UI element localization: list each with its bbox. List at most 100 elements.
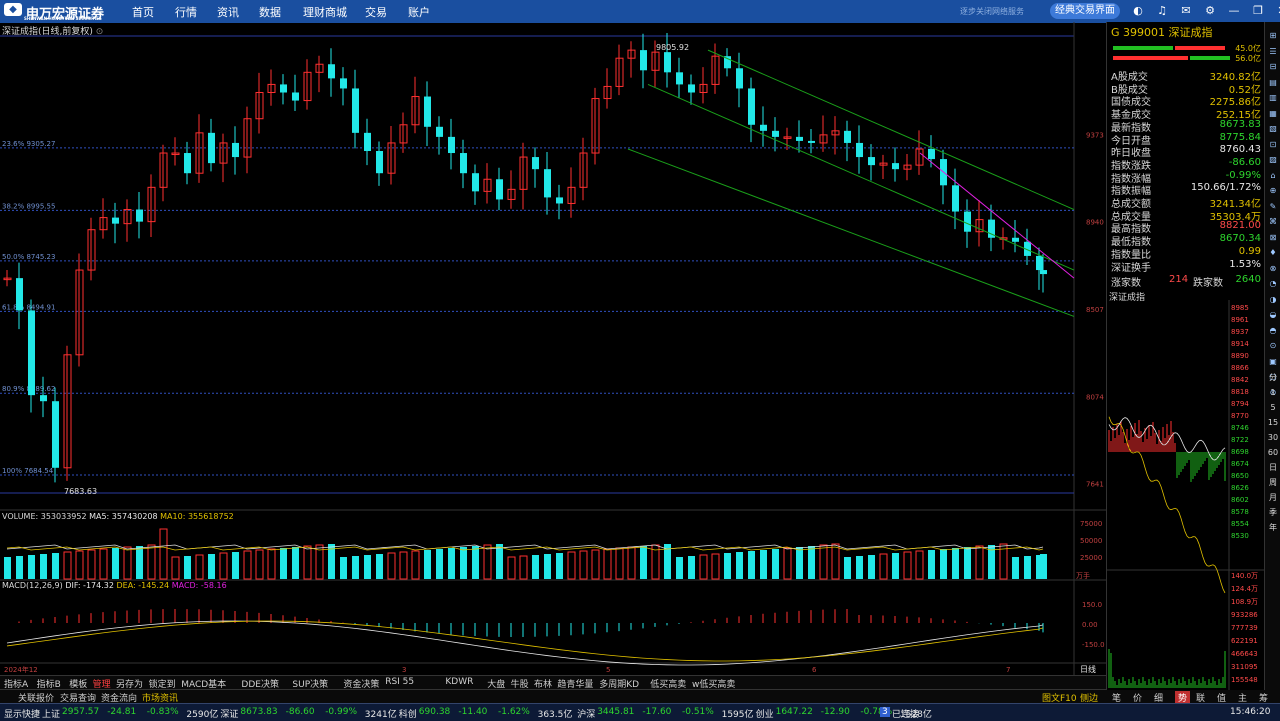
side-tool-icon[interactable]: ⊕ <box>1267 185 1279 197</box>
intraday-tick-14: 8650 <box>1231 472 1249 480</box>
candle-body <box>184 153 191 174</box>
side-tool-icon[interactable]: ♦ <box>1267 247 1279 259</box>
volume-bar <box>844 557 851 579</box>
volume-bar <box>892 553 899 579</box>
side-tool-icon[interactable]: ▨ <box>1267 154 1279 166</box>
restore-icon[interactable]: ❐ <box>1251 4 1265 18</box>
macd-tick-2: -150.0 <box>1082 641 1105 649</box>
fib-label-0: 23.6% 9305.27 <box>2 140 55 148</box>
period-button[interactable]: 15 <box>1267 417 1279 429</box>
volume-bar <box>399 551 408 580</box>
ticker-name[interactable]: 创业 <box>756 707 774 720</box>
skin-icon[interactable]: ◐ <box>1131 4 1145 18</box>
quote-row: 国债成交 2275.86亿 <box>1111 93 1261 108</box>
period-button[interactable]: 年 <box>1267 522 1279 534</box>
volume-bar <box>123 546 132 580</box>
volume-bar <box>544 554 551 579</box>
connection-status: 已连接 <box>892 710 920 720</box>
ticker-value: -17.60 <box>642 707 672 717</box>
minimize-icon[interactable]: — <box>1227 4 1241 18</box>
side-tool-icon[interactable]: ⊞ <box>1267 30 1279 42</box>
headset-icon[interactable]: ♫ <box>1155 4 1169 18</box>
period-button[interactable]: 分 <box>1267 372 1279 384</box>
side-tool-icon[interactable]: ⊡ <box>1267 139 1279 151</box>
volume-bar <box>556 553 563 579</box>
classic-trade-button[interactable]: 经典交易界面 <box>1050 3 1120 19</box>
menu-5[interactable]: 交易 <box>365 4 387 20</box>
period-button[interactable]: 30 <box>1267 432 1279 444</box>
intraday-vol-tick-7: 311095 <box>1231 663 1258 671</box>
volume-bar <box>195 554 204 580</box>
side-tool-icon[interactable]: ◑ <box>1267 294 1279 306</box>
ticker-value: 3445.81 <box>597 707 635 717</box>
side-tool-icon[interactable]: ▥ <box>1267 92 1279 104</box>
side-tool-icon[interactable]: ☰ <box>1267 46 1279 58</box>
side-tool-icon[interactable]: ◒ <box>1267 309 1279 321</box>
menu-0[interactable]: 首页 <box>132 4 154 20</box>
side-tool-icon[interactable]: ⌂ <box>1267 170 1279 182</box>
period-button[interactable]: 月 <box>1267 492 1279 504</box>
candle-body <box>280 84 287 93</box>
quote-row: 指数振幅 150.66/1.72% <box>1111 182 1261 197</box>
menu-2[interactable]: 资讯 <box>217 4 239 20</box>
volume-bar <box>615 547 624 580</box>
side-tool-icon[interactable]: ▧ <box>1267 123 1279 135</box>
candle-body <box>736 68 743 89</box>
side-tool-icon[interactable]: ▤ <box>1267 77 1279 89</box>
indicator-tab[interactable]: RSI 55 <box>385 677 414 687</box>
period-button[interactable]: 日 <box>1267 462 1279 474</box>
volume-bar <box>783 547 792 580</box>
side-tool-icon[interactable]: ⊟ <box>1267 61 1279 73</box>
intraday-tick-8: 8794 <box>1231 400 1249 408</box>
ticker-name[interactable]: 上证 <box>42 707 60 720</box>
side-tool-icon[interactable]: ✎ <box>1267 201 1279 213</box>
candle-body <box>136 209 143 222</box>
volume-bar <box>292 547 299 579</box>
volume-bar <box>448 548 455 579</box>
kline-chart[interactable]: 23.6% 9305.27 38.2% 8995.55 50.0% 8745.23 6… <box>0 22 1106 675</box>
side-tool-icon[interactable]: ▣ <box>1267 356 1279 368</box>
volume-bar <box>472 546 479 579</box>
menu-3[interactable]: 数据 <box>259 4 281 20</box>
candle-body <box>496 179 503 200</box>
period-button[interactable]: 季 <box>1267 507 1279 519</box>
volume-bar <box>496 544 503 579</box>
side-tool-icon[interactable]: ⊠ <box>1267 232 1279 244</box>
period-button[interactable]: 1 <box>1267 387 1279 399</box>
mail-icon[interactable]: ✉ <box>1179 4 1193 18</box>
side-tool-icon[interactable]: ⊗ <box>1267 263 1279 275</box>
candle-body <box>952 185 959 212</box>
vol-unit: 万手 <box>1076 571 1090 580</box>
side-tool-icon[interactable]: ◔ <box>1267 278 1279 290</box>
date-label-4: 7 <box>1006 666 1010 674</box>
ticker-name[interactable]: 沪深 <box>577 707 595 720</box>
indicator-tab[interactable]: KDWR <box>445 677 473 687</box>
volume-bar <box>387 552 396 580</box>
volume-bar <box>340 557 347 579</box>
menu-1[interactable]: 行情 <box>175 4 197 20</box>
close-icon[interactable]: ✕ <box>1275 4 1280 18</box>
quote-value: 1.53% <box>1229 258 1261 270</box>
settings-icon[interactable]: ⚙ <box>1203 4 1217 18</box>
menu-6[interactable]: 账户 <box>408 4 430 20</box>
period-button[interactable]: 周 <box>1267 477 1279 489</box>
clock: 15:46:20 <box>1230 707 1271 717</box>
menu-4[interactable]: 理财商城 <box>303 4 347 20</box>
side-tool-icon[interactable]: ⌘ <box>1267 216 1279 228</box>
period-button[interactable]: 5 <box>1267 402 1279 414</box>
intraday-chart[interactable]: 8985 8961 8937 8914 8890 8866 8842 8818 8794 8770… <box>1107 300 1265 690</box>
volume-bar <box>184 556 191 579</box>
candle-body <box>892 163 899 170</box>
ticker-name[interactable]: 显示快捷 <box>4 707 40 720</box>
volume-bar <box>964 547 971 579</box>
quote-value: 150.66/1.72% <box>1190 182 1261 194</box>
side-tool-icon[interactable]: ▦ <box>1267 108 1279 120</box>
period-button[interactable]: 60 <box>1267 447 1279 459</box>
side-tool-icon[interactable]: ⊙ <box>1267 340 1279 352</box>
side-tool-icon[interactable]: ◓ <box>1267 325 1279 337</box>
volume-bar <box>567 551 576 580</box>
ticker-name[interactable]: 深证 <box>220 707 238 720</box>
ticker-name[interactable]: 科创 <box>399 707 417 720</box>
volume-bar <box>4 557 11 579</box>
intraday-tick-2: 8937 <box>1231 328 1249 336</box>
